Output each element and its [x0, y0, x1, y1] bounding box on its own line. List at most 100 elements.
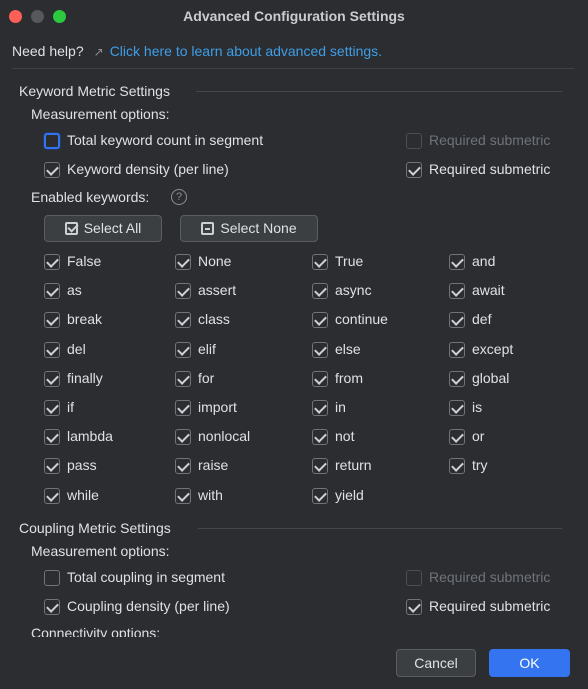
- external-link-icon: ↗: [93, 45, 104, 59]
- keyword-checkbox[interactable]: [312, 400, 328, 416]
- select-all-button[interactable]: Select All: [44, 215, 162, 242]
- keyword-checkbox[interactable]: [175, 458, 191, 475]
- keyword-option-label: Keyword density (per line): [67, 161, 229, 177]
- keyword-option-checkbox[interactable]: [44, 162, 60, 178]
- coupling-section-title: Coupling Metric Settings: [19, 520, 171, 536]
- checkbox-indeterminate-icon: [201, 222, 215, 235]
- keyword-checkbox[interactable]: [44, 429, 60, 446]
- keyword-checkbox[interactable]: [449, 458, 465, 475]
- keyword-checkbox[interactable]: [449, 341, 465, 358]
- enabled-keywords-label: Enabled keywords:: [31, 189, 150, 205]
- dialog-window: Advanced Configuration Settings Need hel…: [0, 0, 588, 689]
- keyword-label: class: [198, 311, 230, 328]
- keyword-checkbox[interactable]: [175, 400, 191, 416]
- keyword-checkbox[interactable]: [312, 254, 328, 270]
- keyword-label: await: [472, 282, 505, 299]
- coupling-required-submetric-checkbox: [406, 570, 422, 586]
- keyword-checkbox[interactable]: [175, 312, 191, 329]
- select-none-button[interactable]: Select None: [180, 215, 318, 242]
- keyword-checkbox[interactable]: [44, 254, 60, 270]
- keyword-checkbox[interactable]: [44, 312, 60, 329]
- keyword-label: pass: [67, 457, 97, 474]
- keyword-checkbox[interactable]: [449, 429, 465, 446]
- keyword-label: lambda: [67, 428, 113, 445]
- keyword-label: yield: [335, 486, 364, 503]
- coupling-measurement-label: Measurement options:: [31, 543, 170, 559]
- keyword-checkbox[interactable]: [312, 429, 328, 446]
- keyword-label: async: [335, 282, 372, 299]
- keyword-label: global: [472, 369, 510, 386]
- settings-scroll-area[interactable]: Keyword Metric Settings Measurement opti…: [0, 69, 588, 637]
- coupling-required-submetric-label: Required submetric: [429, 569, 551, 585]
- keyword-required-submetric-label: Required submetric: [429, 132, 551, 148]
- keyword-checkbox[interactable]: [449, 370, 465, 387]
- help-icon[interactable]: ?: [171, 189, 187, 205]
- keyword-checkbox[interactable]: [312, 458, 328, 475]
- keyword-checkbox[interactable]: [175, 370, 191, 387]
- coupling-option-label: Total coupling in segment: [67, 569, 225, 585]
- keyword-checkbox[interactable]: [44, 341, 60, 358]
- keyword-label: assert: [198, 282, 237, 299]
- coupling-option-checkbox[interactable]: [44, 570, 60, 586]
- keyword-label: from: [335, 369, 363, 386]
- help-label: Need help?: [12, 43, 84, 59]
- keyword-label: as: [67, 282, 82, 299]
- keyword-checkbox[interactable]: [44, 283, 60, 300]
- keyword-label: except: [472, 340, 514, 357]
- keyword-section-title: Keyword Metric Settings: [19, 83, 170, 99]
- keyword-checkbox[interactable]: [312, 312, 328, 329]
- keyword-measurement-label: Measurement options:: [31, 106, 170, 122]
- keyword-required-submetric-checkbox[interactable]: [406, 162, 422, 178]
- keyword-checkbox[interactable]: [449, 254, 465, 270]
- keyword-label: is: [472, 399, 483, 415]
- keyword-label: finally: [67, 369, 103, 386]
- keyword-checkbox[interactable]: [175, 283, 191, 300]
- coupling-section-divider: [198, 528, 562, 529]
- keyword-checkbox[interactable]: [449, 283, 465, 300]
- title-bar[interactable]: Advanced Configuration Settings: [0, 0, 588, 34]
- select-all-label: Select All: [83, 220, 142, 236]
- keyword-option-label: Total keyword count in segment: [67, 132, 264, 148]
- keyword-label: return: [335, 457, 372, 474]
- keyword-checkbox[interactable]: [175, 341, 191, 358]
- keyword-label: and: [472, 253, 496, 269]
- keyword-label: or: [472, 428, 485, 445]
- coupling-required-submetric-checkbox[interactable]: [406, 599, 422, 615]
- keyword-checkbox[interactable]: [175, 254, 191, 270]
- keyword-option-checkbox[interactable]: [44, 133, 60, 149]
- keyword-label: raise: [198, 457, 229, 474]
- keyword-label: def: [472, 311, 492, 328]
- help-bar: Need help? ↗ Click here to learn about adv…: [12, 43, 382, 63]
- keyword-label: False: [67, 253, 102, 269]
- keyword-checkbox[interactable]: [175, 487, 191, 504]
- keyword-checkbox[interactable]: [449, 400, 465, 416]
- keyword-checkbox[interactable]: [44, 400, 60, 416]
- keyword-label: break: [67, 311, 103, 328]
- keyword-label: else: [335, 340, 361, 357]
- coupling-option-checkbox[interactable]: [44, 599, 60, 615]
- keyword-label: True: [335, 253, 364, 269]
- keyword-checkbox[interactable]: [449, 312, 465, 329]
- keyword-checkbox[interactable]: [44, 487, 60, 504]
- connectivity-options-label: Connectivity options:: [31, 625, 161, 637]
- keyword-checkbox[interactable]: [312, 487, 328, 504]
- cancel-button[interactable]: Cancel: [396, 649, 476, 677]
- advanced-settings-help-link[interactable]: Click here to learn about advanced setti…: [110, 43, 382, 59]
- keyword-checkbox[interactable]: [312, 370, 328, 387]
- keyword-checkbox[interactable]: [175, 429, 191, 446]
- window-title: Advanced Configuration Settings: [183, 8, 405, 24]
- coupling-required-submetric-label: Required submetric: [429, 598, 551, 614]
- coupling-option-label: Coupling density (per line): [67, 598, 230, 614]
- keyword-label: with: [198, 486, 223, 503]
- keyword-checkbox[interactable]: [312, 341, 328, 358]
- ok-button[interactable]: OK: [489, 649, 570, 677]
- keyword-label: del: [67, 340, 86, 357]
- keyword-label: not: [335, 428, 355, 445]
- keyword-label: nonlocal: [198, 428, 251, 445]
- checkbox-checked-icon: [64, 222, 78, 235]
- keyword-checkbox[interactable]: [44, 458, 60, 475]
- keyword-checkbox[interactable]: [312, 283, 328, 300]
- select-none-label: Select None: [220, 220, 297, 236]
- keyword-checkbox[interactable]: [44, 370, 60, 387]
- keyword-label: import: [198, 399, 237, 415]
